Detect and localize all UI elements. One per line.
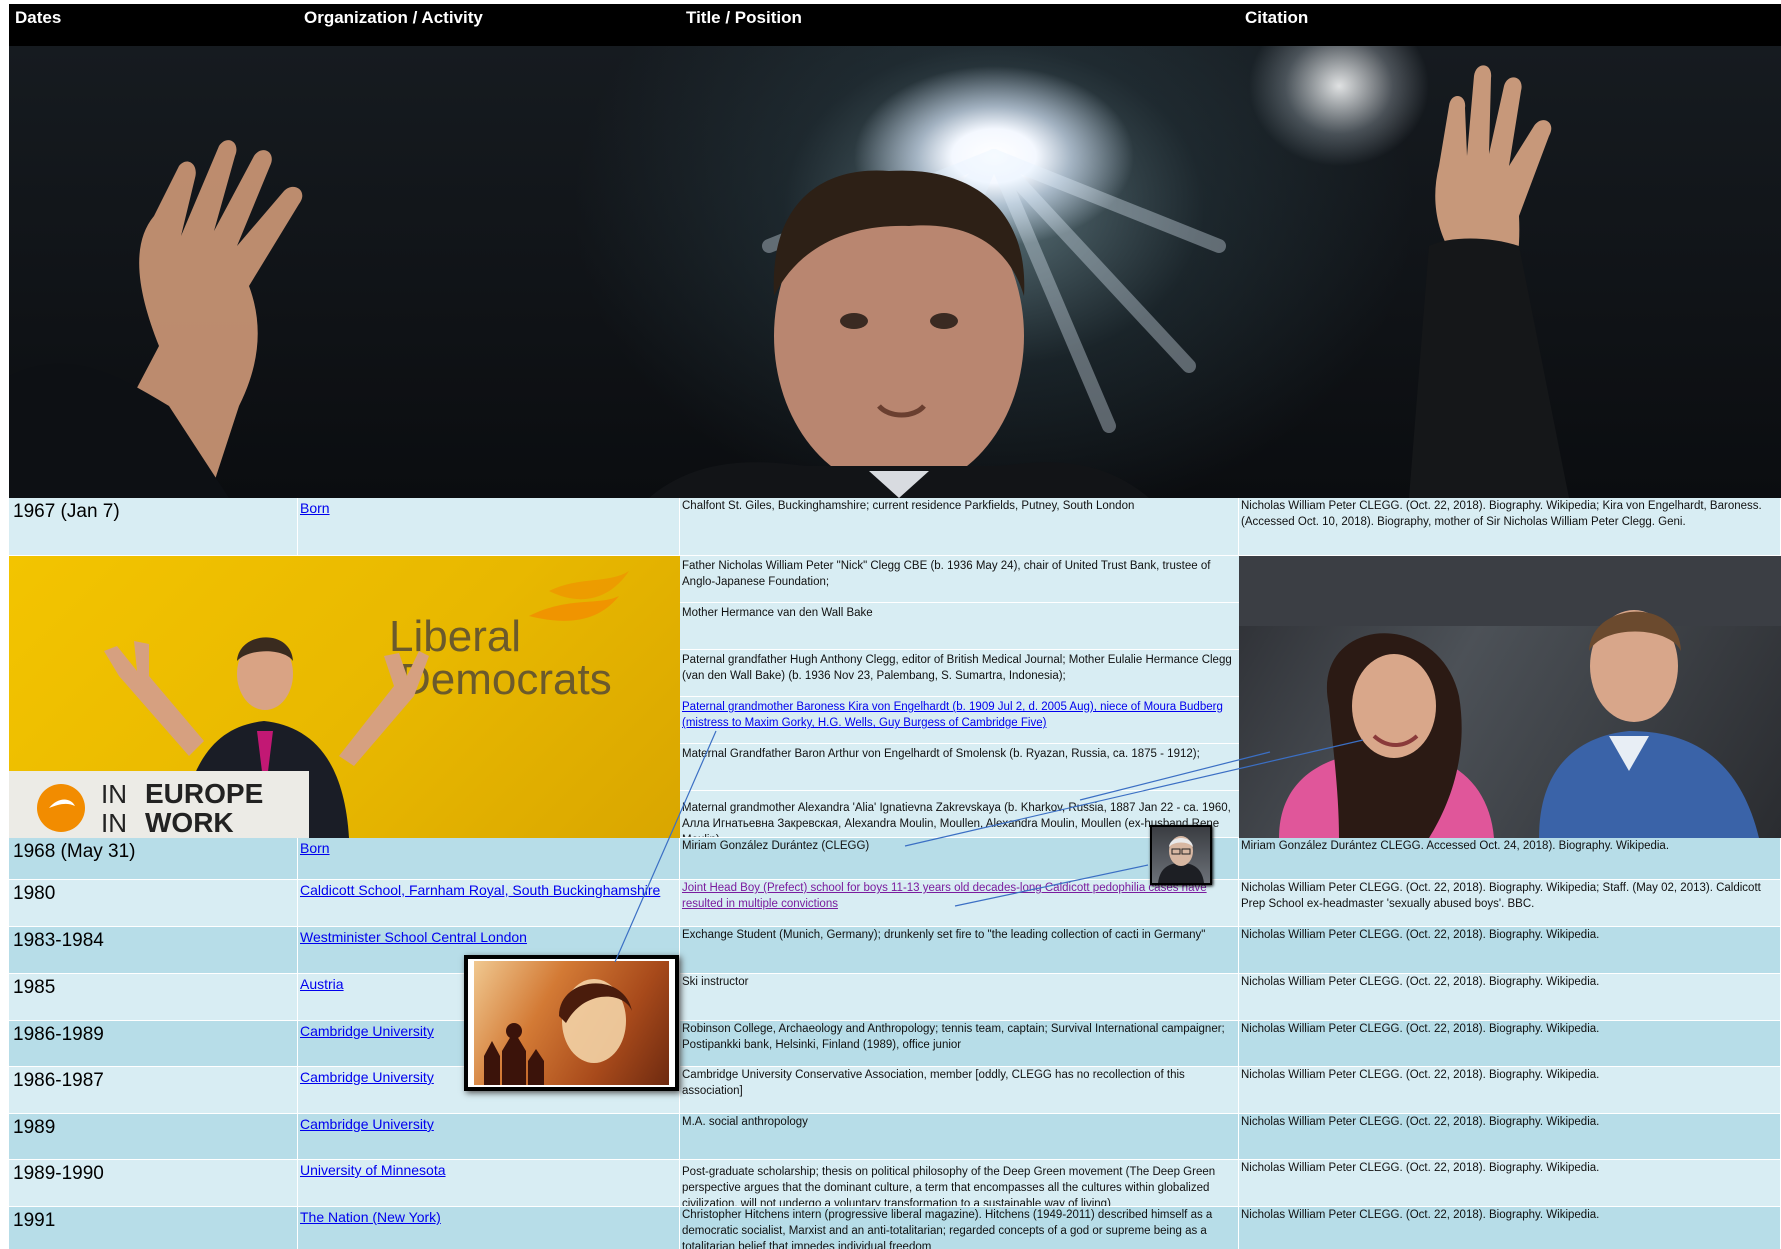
row-org-cell: Cambridge University — [298, 1114, 680, 1160]
hero-photo — [9, 46, 1781, 498]
campaign-illustration: Liberal Democrats IN EUROPE IN WORK — [9, 571, 629, 838]
row-title-cell: Joint Head Boy (Prefect) school for boys… — [680, 880, 1239, 927]
org-link-born[interactable]: Born — [300, 500, 330, 516]
timeline-sheet: Dates Organization / Activity Title / Po… — [9, 4, 1781, 1249]
podium-in-2: IN — [101, 808, 127, 838]
hero-illustration — [9, 65, 1569, 498]
couple-illustration — [1239, 556, 1781, 838]
row-date: 1986-1987 — [9, 1067, 298, 1114]
row-date: 1985 — [9, 974, 298, 1021]
row-citation: Nicholas William Peter CLEGG. (Oct. 22, … — [1239, 1021, 1781, 1067]
family-paternal-grandmother-link[interactable]: Paternal grandmother Baroness Kira von E… — [682, 701, 1223, 729]
row-org-cell: The Nation (New York) — [298, 1207, 680, 1249]
org-link-cambridge[interactable]: Cambridge University — [300, 1069, 434, 1085]
row-title: Chalfont St. Giles, Buckinghamshire; cur… — [680, 498, 1239, 556]
thumbnail-father-photo[interactable] — [1150, 825, 1212, 885]
row-date: 1968 (May 31) — [9, 838, 298, 880]
family-maternal-grandfather: Maternal Grandfather Baron Arthur von En… — [680, 744, 1239, 791]
row-title: Cambridge University Conservative Associ… — [680, 1067, 1239, 1114]
row-title: Ski instructor — [680, 974, 1239, 1021]
org-link-cambridge[interactable]: Cambridge University — [300, 1116, 434, 1132]
row-org-cell: University of Minnesota — [298, 1160, 680, 1207]
row-citation: Nicholas William Peter CLEGG. (Oct. 22, … — [1239, 974, 1781, 1021]
row-org-cell: Caldicott School, Farnham Royal, South B… — [298, 880, 680, 927]
org-link-minnesota[interactable]: University of Minnesota — [300, 1162, 446, 1178]
row-date: 1989 — [9, 1114, 298, 1160]
table-row: 1983-1984 Westminister School Central Lo… — [9, 927, 1781, 974]
table-row: 1985 Austria Ski instructor Nicholas Wil… — [9, 974, 1781, 1021]
table-row: 1991 The Nation (New York) Christopher H… — [9, 1207, 1781, 1249]
row-date: 1980 — [9, 880, 298, 927]
thumbnail-grandmother-image — [474, 961, 669, 1085]
row-title: M.A. social anthropology — [680, 1114, 1239, 1160]
table-row: 1986-1989 Cambridge University Robinson … — [9, 1021, 1781, 1067]
thumbnail-grandmother-portrait[interactable] — [464, 955, 679, 1091]
family-mother: Mother Hermance van den Wall Bake — [680, 603, 1239, 650]
thumbnail-grandmother-illustration — [484, 979, 632, 1085]
row-citation: Nicholas William Peter CLEGG. (Oct. 22, … — [1239, 1160, 1781, 1207]
row-date: 1986-1989 — [9, 1021, 298, 1067]
row-title: Christopher Hitchens intern (progressive… — [680, 1207, 1239, 1249]
thumbnail-father-illustration — [1158, 836, 1204, 883]
campaign-photo: Liberal Democrats IN EUROPE IN WORK — [9, 556, 680, 838]
header-citation: Citation — [1239, 4, 1781, 46]
row-citation: Nicholas William Peter CLEGG. (Oct. 22, … — [1239, 1067, 1781, 1114]
row-date: 1989-1990 — [9, 1160, 298, 1207]
row-org-cell: Born — [298, 498, 680, 556]
table-row: 1980 Caldicott School, Farnham Royal, So… — [9, 880, 1781, 927]
org-link-cambridge[interactable]: Cambridge University — [300, 1023, 434, 1039]
org-link-austria[interactable]: Austria — [300, 976, 344, 992]
header-title: Title / Position — [680, 4, 1239, 46]
table-row: 1986-1987 Cambridge University Cambridge… — [9, 1067, 1781, 1114]
row-title: Post-graduate scholarship; thesis on pol… — [680, 1160, 1239, 1207]
table-row: 1989 Cambridge University M.A. social an… — [9, 1114, 1781, 1160]
banner-liberal-text: Liberal — [389, 612, 521, 661]
podium-in-1: IN — [101, 779, 127, 809]
family-paternal-grandmother-cell: Paternal grandmother Baroness Kira von E… — [680, 697, 1239, 744]
org-link-the-nation[interactable]: The Nation (New York) — [300, 1209, 441, 1225]
table-row: 1968 (May 31) Born Miriam González Durán… — [9, 838, 1781, 880]
table-row: 1967 (Jan 7) Born Chalfont St. Giles, Bu… — [9, 498, 1781, 556]
podium-work: WORK — [145, 807, 234, 838]
row-citation: Nicholas William Peter CLEGG. (Oct. 22, … — [1239, 1207, 1781, 1249]
row-date: 1983-1984 — [9, 927, 298, 974]
table-row: 1989-1990 University of Minnesota Post-g… — [9, 1160, 1781, 1207]
org-link-born[interactable]: Born — [300, 840, 330, 856]
family-paternal-grandfather: Paternal grandfather Hugh Anthony Clegg,… — [680, 650, 1239, 697]
row-org-cell: Born — [298, 838, 680, 880]
row-citation: Nicholas William Peter CLEGG. (Oct. 22, … — [1239, 880, 1781, 927]
row-title: Robinson College, Archaeology and Anthro… — [680, 1021, 1239, 1067]
banner-democrats-text: Democrats — [399, 655, 612, 704]
row-date: 1991 — [9, 1207, 298, 1249]
couple-photo — [1239, 556, 1781, 838]
row-title: Exchange Student (Munich, Germany); drun… — [680, 927, 1239, 974]
row-citation: Nicholas William Peter CLEGG. (Oct. 22, … — [1239, 927, 1781, 974]
org-link-caldicott[interactable]: Caldicott School, Farnham Royal, South B… — [300, 882, 660, 898]
row-citation: Nicholas William Peter CLEGG. (Oct. 22, … — [1239, 498, 1781, 556]
title-link-caldicott[interactable]: Joint Head Boy (Prefect) school for boys… — [682, 882, 1207, 910]
row-citation: Miriam González Durántez CLEGG. Accessed… — [1239, 838, 1781, 880]
family-father: Father Nicholas William Peter "Nick" Cle… — [680, 556, 1239, 603]
podium-europe: EUROPE — [145, 778, 263, 809]
header-organization: Organization / Activity — [298, 4, 680, 46]
row-citation: Nicholas William Peter CLEGG. (Oct. 22, … — [1239, 1114, 1781, 1160]
org-link-westminster[interactable]: Westminister School Central London — [300, 929, 527, 945]
header-dates: Dates — [9, 4, 298, 46]
row-date: 1967 (Jan 7) — [9, 498, 298, 556]
